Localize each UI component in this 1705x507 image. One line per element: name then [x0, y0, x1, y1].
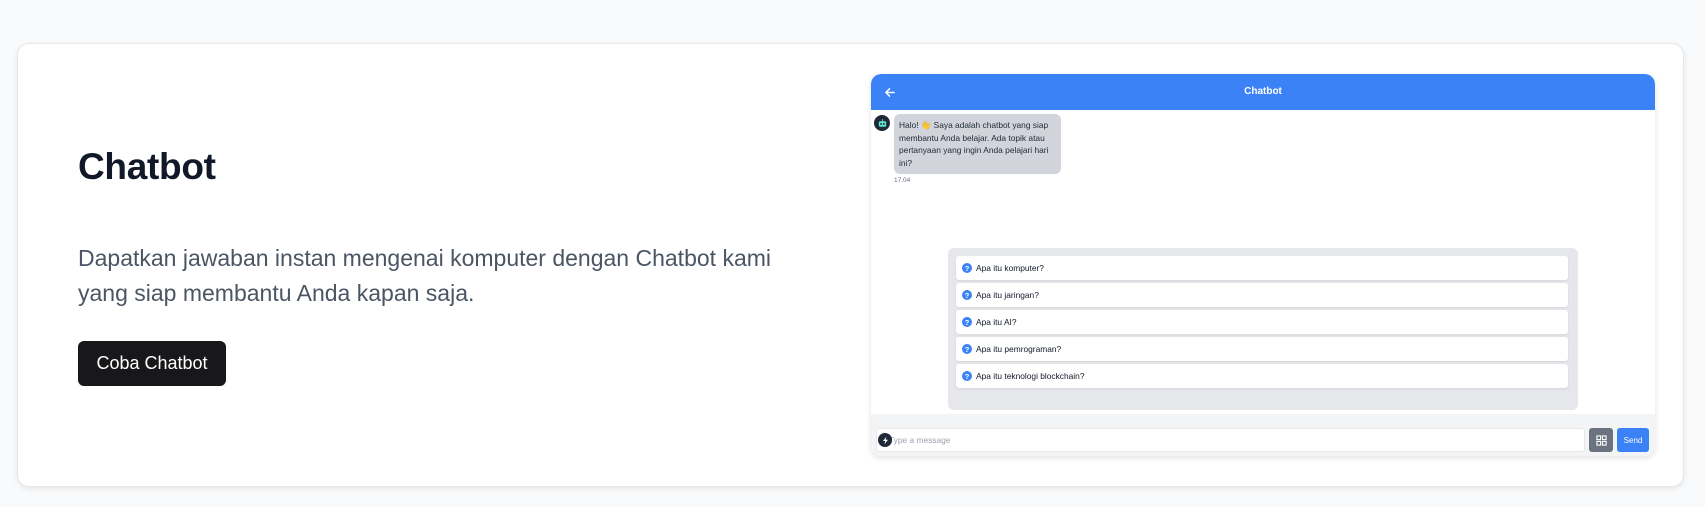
menu-button[interactable]	[1589, 428, 1613, 452]
bolt-button[interactable]	[878, 433, 892, 447]
question-circle-icon: ?	[962, 263, 972, 273]
bolt-icon	[882, 436, 888, 444]
grid-icon	[1595, 434, 1607, 446]
question-circle-icon: ?	[962, 317, 972, 327]
bot-message-bubble: Halo! 👋 Saya adalah chatbot yang siap me…	[894, 114, 1061, 174]
robot-icon	[878, 118, 886, 127]
suggestion-label: Apa itu AI?	[976, 317, 1017, 327]
suggestion-item[interactable]: ? Apa itu jaringan?	[956, 283, 1568, 307]
suggestion-label: Apa itu teknologi blockchain?	[976, 371, 1085, 381]
chat-widget: Chatbot Halo! 👋 Saya adalah chatbot yang…	[871, 74, 1655, 456]
suggestion-item[interactable]: ? Apa itu teknologi blockchain?	[956, 364, 1568, 388]
try-chatbot-button[interactable]: Coba Chatbot	[78, 341, 226, 386]
hero-title: Chatbot	[78, 146, 216, 187]
suggestion-item[interactable]: ? Apa itu AI?	[956, 310, 1568, 334]
question-circle-icon: ?	[962, 290, 972, 300]
send-button[interactable]: Send	[1617, 428, 1649, 452]
hero-card: Chatbot Dapatkan jawaban instan mengenai…	[17, 43, 1684, 487]
suggestion-label: Apa itu komputer?	[976, 263, 1044, 273]
message-input[interactable]	[876, 428, 1585, 452]
question-circle-icon: ?	[962, 371, 972, 381]
suggestion-label: Apa itu jaringan?	[976, 290, 1039, 300]
suggestions-panel: ? Apa itu komputer? ? Apa itu jaringan? …	[948, 248, 1578, 410]
hero-description: Dapatkan jawaban instan mengenai kompute…	[78, 245, 771, 306]
back-button[interactable]	[877, 80, 901, 104]
chat-title: Chatbot	[1244, 86, 1282, 97]
question-circle-icon: ?	[962, 344, 972, 354]
arrow-left-icon	[884, 87, 895, 97]
suggestion-label: Apa itu pemrograman?	[976, 344, 1062, 354]
suggestion-item[interactable]: ? Apa itu komputer?	[956, 256, 1568, 280]
bot-avatar	[874, 115, 890, 131]
suggestion-item[interactable]: ? Apa itu pemrograman?	[956, 337, 1568, 361]
message-timestamp: 17.04	[894, 177, 911, 184]
chat-header: Chatbot	[871, 74, 1655, 110]
chat-input-bar: Send	[871, 414, 1655, 456]
